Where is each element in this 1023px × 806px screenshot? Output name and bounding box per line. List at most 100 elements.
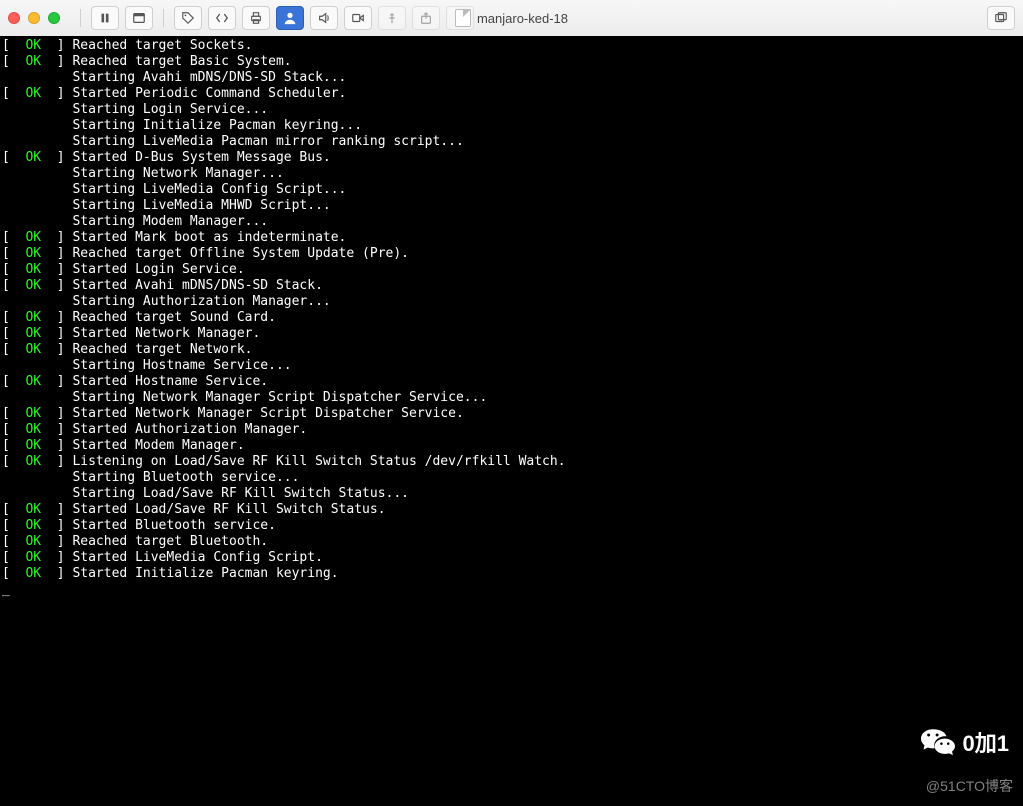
status-ok: OK — [25, 374, 41, 389]
status-ok: OK — [25, 454, 41, 469]
boot-log-line: Starting LiveMedia MHWD Script... — [2, 198, 1023, 214]
boot-log-message: Reached target Offline System Update (Pr… — [72, 246, 409, 261]
windows-icon — [994, 11, 1008, 25]
window-zoom-button[interactable] — [48, 12, 60, 24]
status-ok: OK — [25, 342, 41, 357]
window-minimize-button[interactable] — [28, 12, 40, 24]
window-title: manjaro-ked-18 — [0, 0, 1023, 36]
boot-log-line: Starting Login Service... — [2, 102, 1023, 118]
toolbar-person-button[interactable] — [276, 6, 304, 30]
boot-log-line: [ OK ] Started Modem Manager. — [2, 438, 1023, 454]
status-ok: OK — [25, 230, 41, 245]
vm-view-button[interactable] — [125, 6, 153, 30]
boot-log-line: Starting Hostname Service... — [2, 358, 1023, 374]
boot-log-message: Starting Login Service... — [72, 102, 268, 117]
boot-log-line: [ OK ] Started Network Manager Script Di… — [2, 406, 1023, 422]
boot-log-message: Starting Avahi mDNS/DNS-SD Stack... — [72, 70, 346, 85]
status-ok: OK — [25, 422, 41, 437]
wechat-watermark: 0加1 — [921, 726, 1009, 758]
boot-log-message: Started D-Bus System Message Bus. — [72, 150, 330, 165]
boot-log-line: [ OK ] Listening on Load/Save RF Kill Sw… — [2, 454, 1023, 470]
boot-log-line: [ OK ] Reached target Network. — [2, 342, 1023, 358]
boot-log-line: [ OK ] Started D-Bus System Message Bus. — [2, 150, 1023, 166]
toolbar-share-button[interactable] — [412, 6, 440, 30]
boot-log-line: [ OK ] Started Load/Save RF Kill Switch … — [2, 502, 1023, 518]
status-ok: OK — [25, 150, 41, 165]
boot-log-line: [ OK ] Started Periodic Command Schedule… — [2, 86, 1023, 102]
boot-log-line: [ OK ] Reached target Basic System. — [2, 54, 1023, 70]
status-ok: OK — [25, 246, 41, 261]
boot-log-message: Started Modem Manager. — [72, 438, 244, 453]
boot-log-line: Starting Network Manager... — [2, 166, 1023, 182]
boot-log-message: Starting Load/Save RF Kill Switch Status… — [72, 486, 409, 501]
vm-pause-button[interactable] — [91, 6, 119, 30]
toolbar-tag-button[interactable] — [174, 6, 202, 30]
status-ok: OK — [25, 406, 41, 421]
boot-log-message: Reached target Sockets. — [72, 38, 252, 53]
toolbar-windows-button[interactable] — [987, 6, 1015, 30]
toolbar-code-button[interactable] — [208, 6, 236, 30]
boot-log-message: Started Avahi mDNS/DNS-SD Stack. — [72, 278, 322, 293]
window-title-text: manjaro-ked-18 — [477, 11, 568, 26]
boot-log-message: Reached target Network. — [72, 342, 252, 357]
boot-log-message: Starting Bluetooth service... — [72, 470, 299, 485]
boot-log-line: [ OK ] Started LiveMedia Config Script. — [2, 550, 1023, 566]
boot-log-message: Starting Network Manager Script Dispatch… — [72, 390, 487, 405]
pause-icon — [98, 11, 112, 25]
status-ok: OK — [25, 278, 41, 293]
video-icon — [351, 11, 365, 25]
boot-log-line: [ OK ] Reached target Bluetooth. — [2, 534, 1023, 550]
toolbar-last-button[interactable] — [446, 6, 474, 30]
boot-log-line: [ OK ] Started Avahi mDNS/DNS-SD Stack. — [2, 278, 1023, 294]
boot-log-line: Starting Network Manager Script Dispatch… — [2, 390, 1023, 406]
status-ok: OK — [25, 502, 41, 517]
toolbar-print-button[interactable] — [242, 6, 270, 30]
boot-log-line: [ OK ] Started Initialize Pacman keyring… — [2, 566, 1023, 582]
tag-icon — [181, 11, 195, 25]
boot-log-message: Starting Initialize Pacman keyring... — [72, 118, 362, 133]
window-close-button[interactable] — [8, 12, 20, 24]
boot-log-message: Reached target Basic System. — [72, 54, 291, 69]
boot-log-message: Started Network Manager. — [72, 326, 260, 341]
boot-log-line: [ OK ] Reached target Sockets. — [2, 38, 1023, 54]
status-ok: OK — [25, 534, 41, 549]
code-icon — [215, 11, 229, 25]
boot-log-line: Starting Initialize Pacman keyring... — [2, 118, 1023, 134]
boot-log-line: [ OK ] Started Network Manager. — [2, 326, 1023, 342]
boot-log-message: Listening on Load/Save RF Kill Switch St… — [72, 454, 565, 469]
boot-log-line: Starting Avahi mDNS/DNS-SD Stack... — [2, 70, 1023, 86]
status-ok: OK — [25, 54, 41, 69]
status-ok: OK — [25, 438, 41, 453]
boot-log-line: [ OK ] Started Mark boot as indeterminat… — [2, 230, 1023, 246]
status-ok: OK — [25, 518, 41, 533]
toolbar-usb-button[interactable] — [378, 6, 406, 30]
boot-log-message: Starting Authorization Manager... — [72, 294, 330, 309]
print-icon — [249, 11, 263, 25]
toolbar-audio-button[interactable] — [310, 6, 338, 30]
boot-log-message: Reached target Sound Card. — [72, 310, 276, 325]
status-ok: OK — [25, 86, 41, 101]
boot-log-line: [ OK ] Started Authorization Manager. — [2, 422, 1023, 438]
status-ok: OK — [25, 38, 41, 53]
boot-log-line: Starting Authorization Manager... — [2, 294, 1023, 310]
wechat-label: 0加1 — [963, 726, 1009, 758]
boot-log-line: Starting LiveMedia Config Script... — [2, 182, 1023, 198]
boot-log-message: Started Bluetooth service. — [72, 518, 276, 533]
boot-log-message: Started Initialize Pacman keyring. — [72, 566, 338, 581]
boot-log-line: [ OK ] Reached target Offline System Upd… — [2, 246, 1023, 262]
blog-watermark: @51CTO博客 — [926, 776, 1013, 796]
usb-icon — [385, 11, 399, 25]
boot-log-message: Started Load/Save RF Kill Switch Status. — [72, 502, 385, 517]
titlebar: manjaro-ked-18 — [0, 0, 1023, 37]
toolbar-video-button[interactable] — [344, 6, 372, 30]
view-icon — [132, 11, 146, 25]
boot-log-message: Reached target Bluetooth. — [72, 534, 268, 549]
wechat-icon — [921, 727, 955, 757]
boot-log-message: Starting Modem Manager... — [72, 214, 268, 229]
boot-log-line: Starting Bluetooth service... — [2, 470, 1023, 486]
boot-log-line: [ OK ] Started Login Service. — [2, 262, 1023, 278]
boot-log-message: Starting LiveMedia Pacman mirror ranking… — [72, 134, 463, 149]
toolbar-separator — [80, 9, 81, 27]
boot-log-message: Started Network Manager Script Dispatche… — [72, 406, 463, 421]
person-icon — [283, 11, 297, 25]
